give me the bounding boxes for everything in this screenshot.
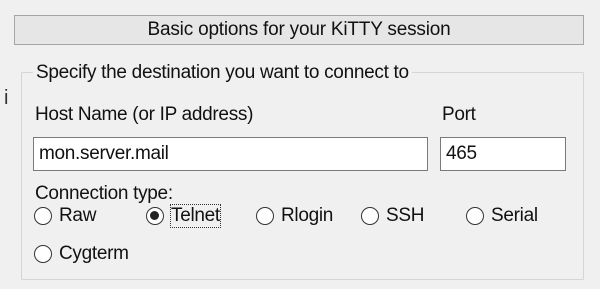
host-name-input[interactable] <box>33 137 428 171</box>
radio-rlogin[interactable]: Rlogin <box>256 205 333 227</box>
radio-raw-circle <box>34 207 52 225</box>
radio-ssh[interactable]: SSH <box>361 205 424 227</box>
host-name-label: Host Name (or IP address) <box>35 104 254 125</box>
session-header-banner: Basic options for your KiTTY session <box>14 15 584 45</box>
radio-serial-label: Serial <box>491 205 538 226</box>
session-header-title: Basic options for your KiTTY session <box>147 19 451 40</box>
connection-type-label: Connection type: <box>35 183 173 204</box>
radio-raw-label: Raw <box>59 205 97 226</box>
radio-rlogin-label: Rlogin <box>281 205 334 226</box>
radio-serial[interactable]: Serial <box>466 205 538 227</box>
radio-telnet-label: Telnet <box>170 204 221 228</box>
radio-telnet[interactable]: Telnet <box>146 204 221 228</box>
radio-raw[interactable]: Raw <box>34 205 96 227</box>
radio-ssh-circle <box>361 207 379 225</box>
radio-cygterm-label: Cygterm <box>59 243 129 264</box>
radio-serial-circle <box>466 207 484 225</box>
radio-telnet-circle <box>146 207 164 225</box>
port-label: Port <box>442 104 476 125</box>
port-input[interactable] <box>440 137 566 171</box>
destination-group-caption: Specify the destination you want to conn… <box>33 62 412 84</box>
radio-ssh-label: SSH <box>386 205 425 226</box>
radio-cygterm-circle <box>34 245 52 263</box>
cut-off-text-fragment: i <box>4 87 9 109</box>
radio-cygterm[interactable]: Cygterm <box>34 243 129 265</box>
radio-rlogin-circle <box>256 207 274 225</box>
